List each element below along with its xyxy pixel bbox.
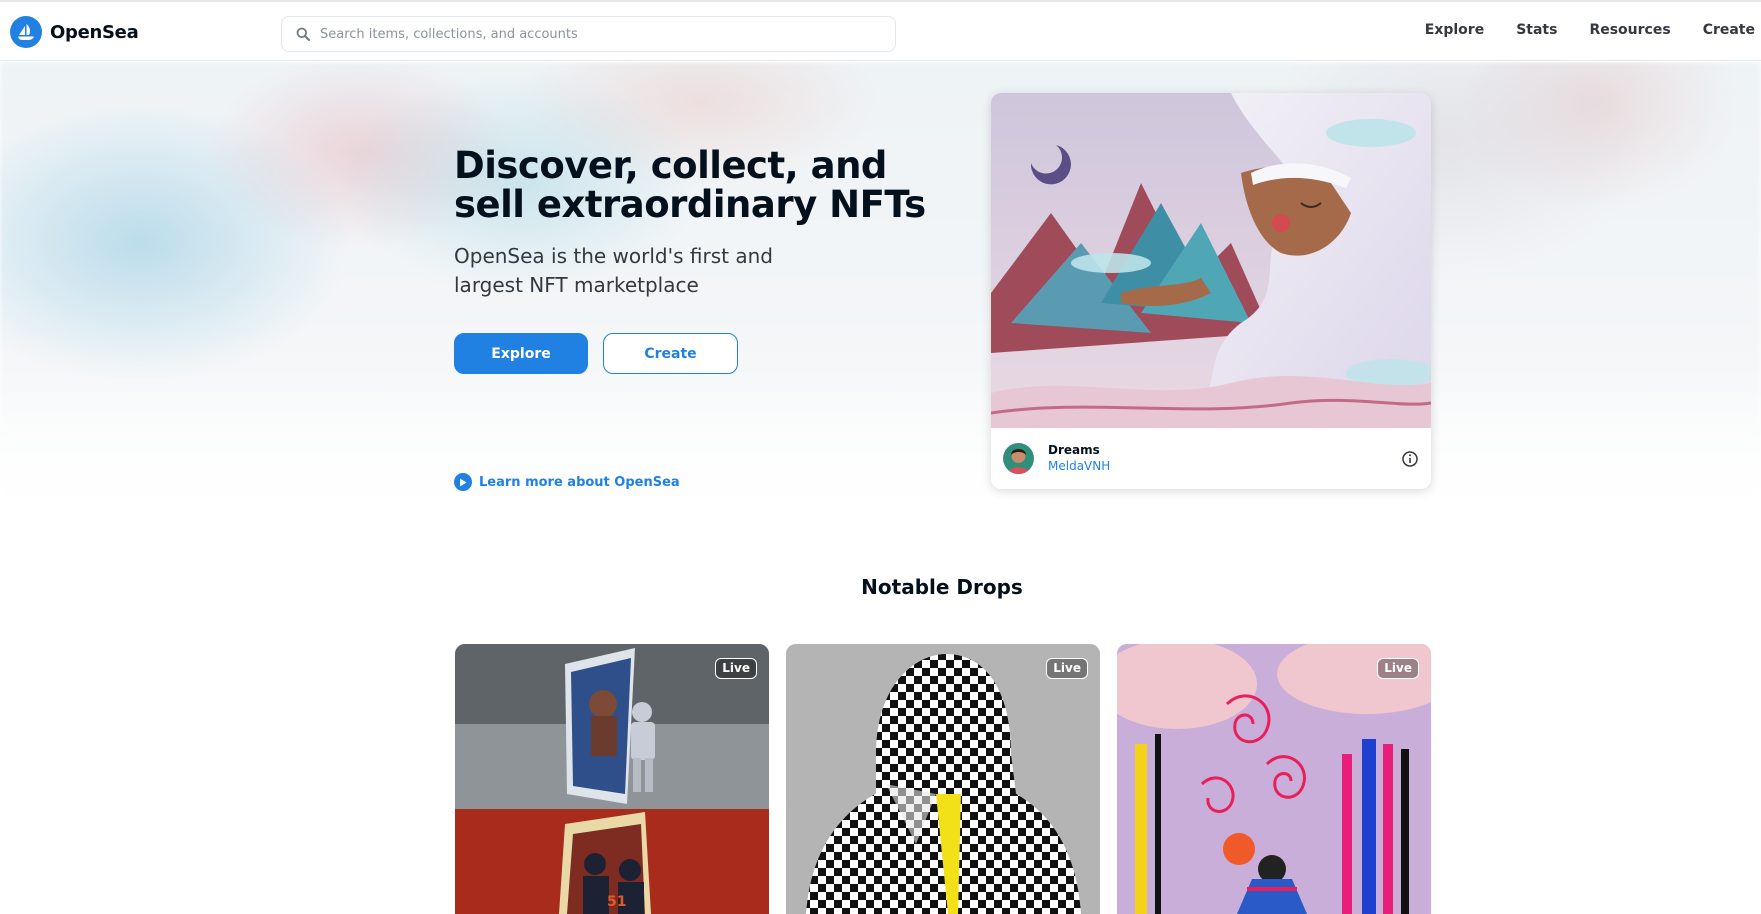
play-circle-icon [454,473,472,491]
nav-create[interactable]: Create [1703,22,1755,38]
live-badge: Live [1377,658,1419,679]
top-navigation: OpenSea Explore Stats Resources Create [0,0,1761,61]
drop-card-3[interactable]: Live [1117,644,1431,914]
drop-image-football: 51 [455,644,769,914]
opensea-logo-icon [10,16,42,48]
creator-avatar[interactable] [1003,443,1034,474]
search-icon [294,25,312,43]
info-icon[interactable] [1401,450,1419,468]
search-input[interactable] [320,26,880,42]
svg-text:51: 51 [607,894,626,910]
featured-creator-link[interactable]: MeldaVNH [1048,458,1110,475]
featured-artwork-image[interactable] [991,93,1431,428]
nav-links: Explore Stats Resources Create [1393,22,1755,38]
live-badge: Live [1046,658,1088,679]
drop-image-spiral-forest [1117,644,1431,914]
featured-nft-card[interactable]: Dreams MeldaVNH [991,93,1431,489]
notable-drops-heading: Notable Drops [861,575,1023,599]
drop-card-2[interactable]: Live [786,644,1100,914]
hero-title: Discover, collect, and sell extraordinar… [454,144,926,226]
learn-more-label: Learn more about OpenSea [479,474,680,490]
nav-stats[interactable]: Stats [1516,22,1557,38]
learn-more-link[interactable]: Learn more about OpenSea [454,473,680,491]
create-button[interactable]: Create [603,333,738,374]
drop-image-checkered-figure [786,644,1100,914]
hero-subtitle: OpenSea is the world's first and largest… [454,244,773,297]
nav-resources[interactable]: Resources [1589,22,1670,38]
drop-card-1[interactable]: 51 Live [455,644,769,914]
featured-nft-name[interactable]: Dreams [1048,442,1110,458]
live-badge: Live [715,658,757,679]
nav-explore[interactable]: Explore [1425,22,1484,38]
search-bar[interactable] [281,16,896,52]
featured-card-footer: Dreams MeldaVNH [991,428,1431,489]
brand-logo-link[interactable]: OpenSea [10,16,139,48]
hero-section: Discover, collect, and sell extraordinar… [0,62,1761,522]
explore-button[interactable]: Explore [454,333,588,374]
brand-name: OpenSea [50,21,139,43]
